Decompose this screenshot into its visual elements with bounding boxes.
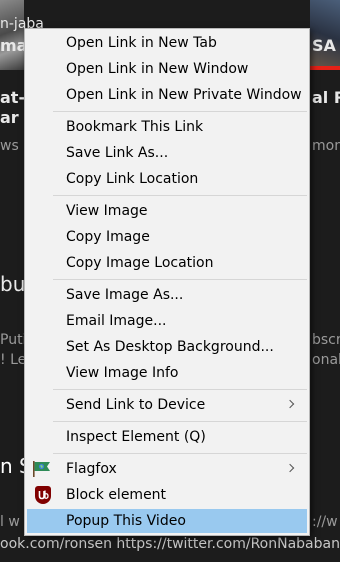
menu-separator: [53, 389, 307, 390]
menu-item-label: Inspect Element (Q): [66, 429, 206, 445]
chevron-right-icon: [285, 463, 295, 473]
menu-separator: [53, 111, 307, 112]
menu-item-popup-this-video[interactable]: Popup This Video: [27, 509, 307, 533]
menu-item-flagfox[interactable]: Flagfox: [27, 457, 307, 481]
menu-item-save-link-as[interactable]: Save Link As...: [27, 141, 307, 165]
context-menu: Open Link in New Tab Open Link in New Wi…: [24, 28, 310, 536]
video-thumbnail-left[interactable]: [0, 0, 24, 70]
ublock-icon: [35, 486, 51, 504]
menu-separator: [53, 279, 307, 280]
video-title-fragment: al Ro: [312, 88, 340, 107]
menu-item-label: Bookmark This Link: [66, 119, 204, 135]
chevron-right-icon: [285, 399, 295, 409]
menu-item-email-image[interactable]: Email Image...: [27, 309, 307, 333]
menu-item-open-link-new-window[interactable]: Open Link in New Window: [27, 57, 307, 81]
menu-item-open-link-private-window[interactable]: Open Link in New Private Window: [27, 83, 307, 107]
progress-bar: [310, 66, 340, 70]
menu-item-bookmark-link[interactable]: Bookmark This Link: [27, 115, 307, 139]
menu-item-view-image[interactable]: View Image: [27, 199, 307, 223]
menu-item-label: Save Link As...: [66, 145, 169, 161]
description-fragment: l w: [0, 514, 20, 530]
video-title-fragment: SA 2: [312, 36, 340, 55]
menu-item-label: Send Link to Device: [66, 397, 206, 413]
video-title-fragment: ar: [0, 108, 19, 127]
menu-item-set-desktop-background[interactable]: Set As Desktop Background...: [27, 335, 307, 359]
menu-item-label: Block element: [66, 487, 167, 503]
menu-item-label: Email Image...: [66, 313, 167, 329]
description-link-text[interactable]: ook.com/ronsen https://twitter.com/RonNa…: [0, 536, 340, 552]
menu-item-view-image-info[interactable]: View Image Info: [27, 361, 307, 385]
description-fragment: bscr: [312, 332, 340, 348]
description-fragment: ://w: [312, 514, 338, 530]
description-fragment: onalo: [312, 352, 340, 368]
menu-item-label: Popup This Video: [66, 513, 186, 529]
description-fragment: ! Le: [0, 352, 27, 368]
menu-item-copy-image-location[interactable]: Copy Image Location: [27, 251, 307, 275]
menu-item-label: Open Link in New Tab: [66, 35, 217, 51]
menu-item-send-link-to-device[interactable]: Send Link to Device: [27, 393, 307, 417]
menu-item-inspect-element[interactable]: Inspect Element (Q): [27, 425, 307, 449]
menu-item-label: Open Link in New Private Window: [66, 87, 302, 103]
menu-item-label: Save Image As...: [66, 287, 184, 303]
menu-item-open-link-new-tab[interactable]: Open Link in New Tab: [27, 31, 307, 55]
video-thumbnail-right[interactable]: [310, 0, 340, 70]
menu-separator: [53, 453, 307, 454]
video-meta-fragment: mont: [312, 138, 340, 154]
menu-item-label: Flagfox: [66, 461, 117, 477]
menu-item-label: Open Link in New Window: [66, 61, 249, 77]
menu-item-copy-link-location[interactable]: Copy Link Location: [27, 167, 307, 191]
menu-item-label: Copy Link Location: [66, 171, 199, 187]
menu-item-save-image-as[interactable]: Save Image As...: [27, 283, 307, 307]
menu-item-label: Set As Desktop Background...: [66, 339, 274, 355]
menu-item-label: Copy Image: [66, 229, 150, 245]
menu-item-label: View Image: [66, 203, 148, 219]
flag-icon: [32, 460, 52, 478]
menu-item-label: View Image Info: [66, 365, 179, 381]
menu-separator: [53, 421, 307, 422]
menu-item-label: Copy Image Location: [66, 255, 214, 271]
menu-separator: [53, 195, 307, 196]
menu-item-copy-image[interactable]: Copy Image: [27, 225, 307, 249]
menu-item-block-element[interactable]: Block element: [27, 483, 307, 507]
